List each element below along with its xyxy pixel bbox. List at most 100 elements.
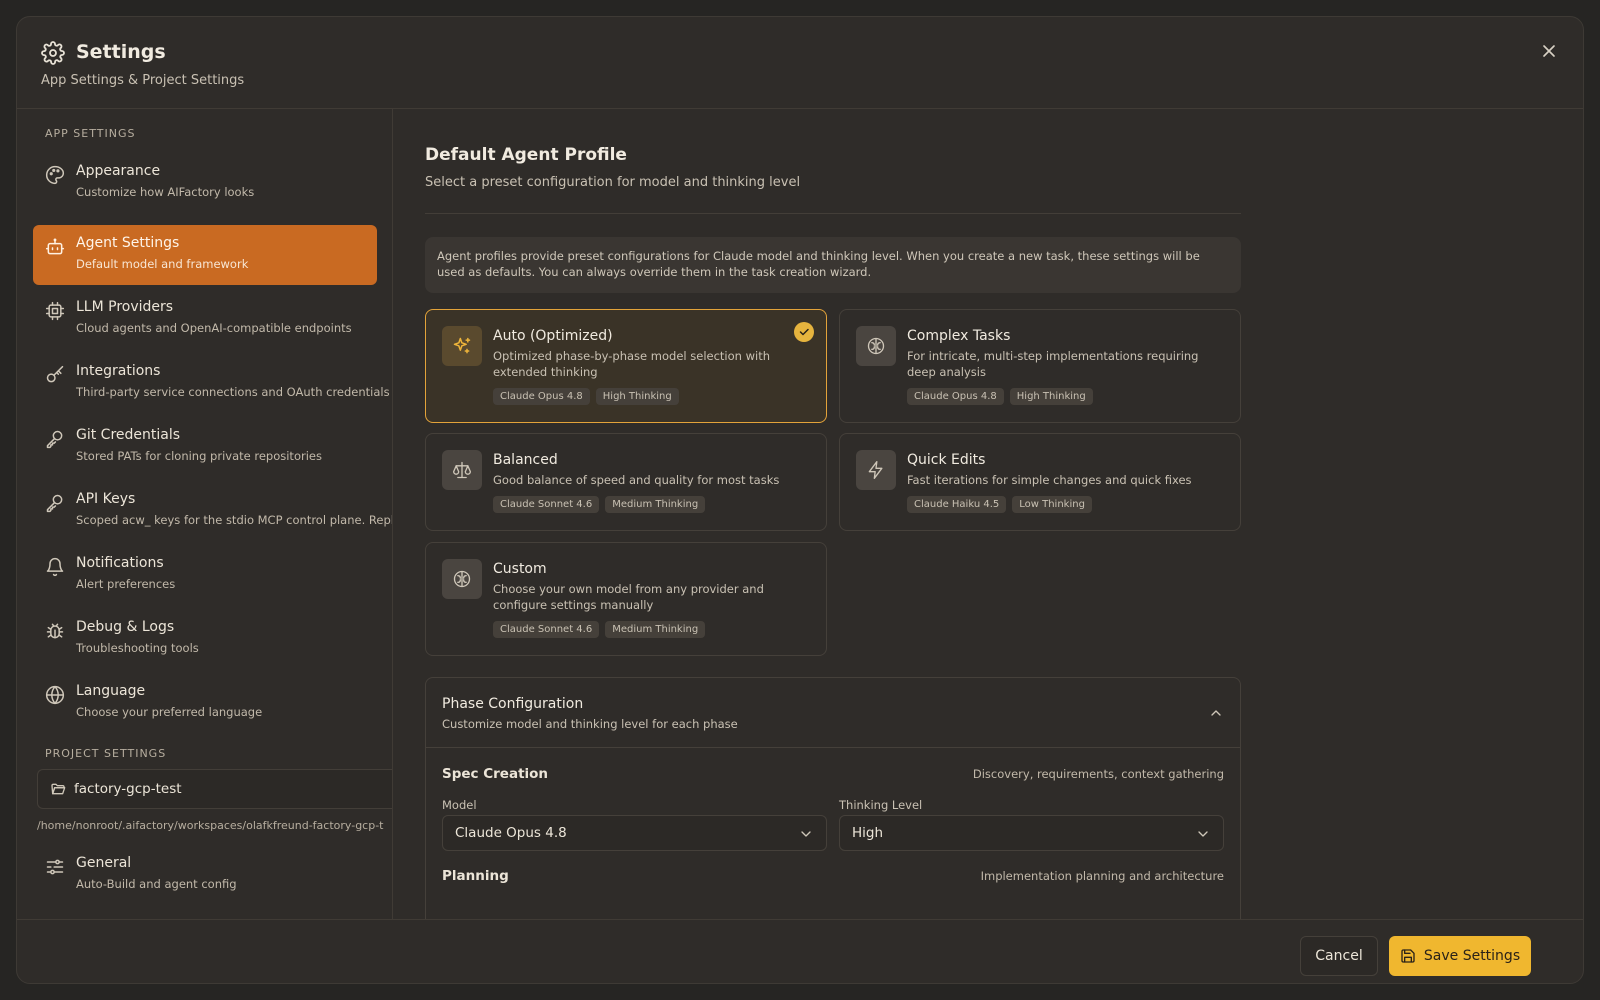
sidebar-item-integrations[interactable]: Integrations Third-party service connect… — [33, 353, 390, 413]
sidebar-item-label: Notifications — [76, 555, 164, 571]
sliders-icon — [45, 857, 65, 877]
profile-card-complex[interactable]: Complex Tasks For intricate, multi-step … — [839, 309, 1241, 423]
profile-title: Quick Edits — [907, 452, 986, 468]
bot-icon — [45, 237, 65, 257]
divider — [425, 213, 1241, 214]
key-icon — [45, 365, 65, 385]
dialog-subtitle: App Settings & Project Settings — [41, 73, 245, 88]
bug-icon — [45, 621, 65, 641]
profile-desc: For intricate, multi-step implementation… — [907, 349, 1199, 379]
sidebar-item-llm-providers[interactable]: LLM Providers Cloud agents and OpenAI-co… — [33, 289, 377, 349]
profile-card-auto[interactable]: Auto (Optimized) Optimized phase-by-phas… — [425, 309, 827, 423]
thinking-tag: High Thinking — [595, 388, 679, 405]
close-icon[interactable] — [1539, 41, 1559, 61]
phase-desc: Discovery, requirements, context gatheri… — [972, 767, 1224, 781]
sidebar-item-desc: Choose your preferred language — [76, 705, 263, 719]
model-select[interactable]: Claude Opus 4.8 — [442, 815, 827, 851]
thinking-level-label: Thinking Level — [839, 798, 923, 812]
sidebar-item-desc: Troubleshooting tools — [76, 641, 199, 655]
thinking-tag: High Thinking — [1009, 388, 1093, 405]
sidebar-item-label: API Keys — [76, 491, 136, 507]
sidebar-item-desc: Auto-Build and agent config — [76, 877, 237, 891]
chevron-up-icon — [1208, 705, 1224, 721]
sidebar-item-general[interactable]: General Auto-Build and agent config — [33, 845, 377, 905]
sidebar-item-language[interactable]: Language Choose your preferred language — [33, 673, 377, 733]
sidebar-item-agent-settings[interactable]: Agent Settings Default model and framewo… — [33, 225, 377, 285]
sidebar-item-desc: Alert preferences — [76, 577, 176, 591]
gear-icon — [41, 41, 65, 65]
project-name: factory-gcp-test — [74, 781, 182, 797]
save-icon — [1400, 948, 1416, 964]
profile-desc: Optimized phase-by-phase model selection… — [493, 349, 770, 379]
sidebar-item-debug-logs[interactable]: Debug & Logs Troubleshooting tools — [33, 609, 377, 669]
project-selector[interactable]: factory-gcp-test — [37, 769, 392, 809]
profile-tags: Claude Sonnet 4.6 Medium Thinking — [493, 621, 706, 638]
profile-card-quick[interactable]: Quick Edits Fast iterations for simple c… — [839, 433, 1241, 531]
sparkles-icon — [442, 326, 482, 366]
check-icon — [794, 322, 814, 342]
phase-name: Spec Creation — [442, 766, 549, 782]
profile-tags: Claude Opus 4.8 High Thinking — [907, 388, 1093, 405]
sidebar-item-desc: Customize how AIFactory looks — [76, 185, 255, 199]
profile-title: Auto (Optimized) — [493, 328, 613, 344]
thinking-level-select[interactable]: High — [839, 815, 1224, 851]
model-tag: Claude Sonnet 4.6 — [493, 496, 600, 513]
thinking-tag: Medium Thinking — [605, 621, 706, 638]
key-icon — [45, 429, 65, 449]
phase-config-subtitle: Customize model and thinking level for e… — [442, 717, 738, 731]
brain-icon — [442, 559, 482, 599]
model-select-value: Claude Opus 4.8 — [455, 825, 567, 841]
sidebar-item-desc: Third-party service connections and OAut… — [76, 385, 390, 399]
profile-desc: Choose your own model from any provider … — [493, 582, 764, 612]
sidebar-item-label: Integrations — [76, 363, 161, 379]
profile-title: Complex Tasks — [907, 328, 1011, 344]
thinking-tag: Medium Thinking — [605, 496, 706, 513]
sidebar-item-label: Appearance — [76, 163, 161, 179]
profile-desc: Good balance of speed and quality for mo… — [493, 473, 780, 487]
sidebar-item-api-keys[interactable]: API Keys Scoped acw_ keys for the stdio … — [33, 481, 392, 541]
folder-icon — [50, 781, 66, 797]
phase-configuration: Phase Configuration Customize model and … — [425, 677, 1241, 919]
settings-content: Default Agent Profile Select a preset co… — [394, 109, 1583, 919]
thinking-tag: Low Thinking — [1012, 496, 1092, 513]
sidebar-item-desc: Default model and framework — [76, 257, 249, 271]
profile-tags: Claude Sonnet 4.6 Medium Thinking — [493, 496, 706, 513]
sidebar-item-notifications[interactable]: Notifications Alert preferences — [33, 545, 377, 605]
sidebar-item-label: Debug & Logs — [76, 619, 175, 635]
profile-tags: Claude Opus 4.8 High Thinking — [493, 388, 679, 405]
model-label: Model — [442, 798, 477, 812]
palette-icon — [45, 165, 65, 185]
brain-icon — [856, 326, 896, 366]
model-tag: Claude Sonnet 4.6 — [493, 621, 600, 638]
profile-title: Balanced — [493, 452, 558, 468]
profile-card-custom[interactable]: Custom Choose your own model from any pr… — [425, 542, 827, 656]
sidebar-item-desc: Stored PATs for cloning private reposito… — [76, 449, 322, 463]
sidebar-item-label: LLM Providers — [76, 299, 174, 315]
thinking-select-value: High — [852, 825, 884, 841]
app-settings-section-label: APP SETTINGS — [45, 127, 136, 140]
phase-name: Planning — [442, 868, 509, 884]
scale-icon — [442, 450, 482, 490]
bell-icon — [45, 557, 65, 577]
globe-icon — [45, 685, 65, 705]
model-tag: Claude Opus 4.8 — [493, 388, 590, 405]
sidebar-item-git-credentials[interactable]: Git Credentials Stored PATs for cloning … — [33, 417, 377, 477]
sidebar-item-appearance[interactable]: Appearance Customize how AIFactory looks — [33, 153, 377, 213]
dialog-title: Settings — [76, 41, 166, 63]
settings-dialog: Settings App Settings & Project Settings… — [16, 16, 1584, 984]
profile-title: Custom — [493, 561, 547, 577]
profile-card-balanced[interactable]: Balanced Good balance of speed and quali… — [425, 433, 827, 531]
profile-desc: Fast iterations for simple changes and q… — [907, 473, 1192, 487]
dialog-header: Settings App Settings & Project Settings — [17, 17, 1583, 109]
phase-config-title: Phase Configuration — [442, 696, 584, 712]
model-tag: Claude Opus 4.8 — [907, 388, 1004, 405]
sidebar-item-desc: Scoped acw_ keys for the stdio MCP contr… — [76, 513, 393, 527]
zap-icon — [856, 450, 896, 490]
sidebar-item-label: General — [76, 855, 132, 871]
sidebar-item-desc: Cloud agents and OpenAI-compatible endpo… — [76, 321, 352, 335]
save-settings-button[interactable]: Save Settings — [1389, 936, 1531, 976]
phase-configuration-toggle[interactable]: Phase Configuration Customize model and … — [426, 678, 1240, 748]
cancel-button[interactable]: Cancel — [1300, 936, 1378, 976]
chevron-down-icon — [1195, 826, 1211, 842]
sidebar-item-label: Git Credentials — [76, 427, 181, 443]
